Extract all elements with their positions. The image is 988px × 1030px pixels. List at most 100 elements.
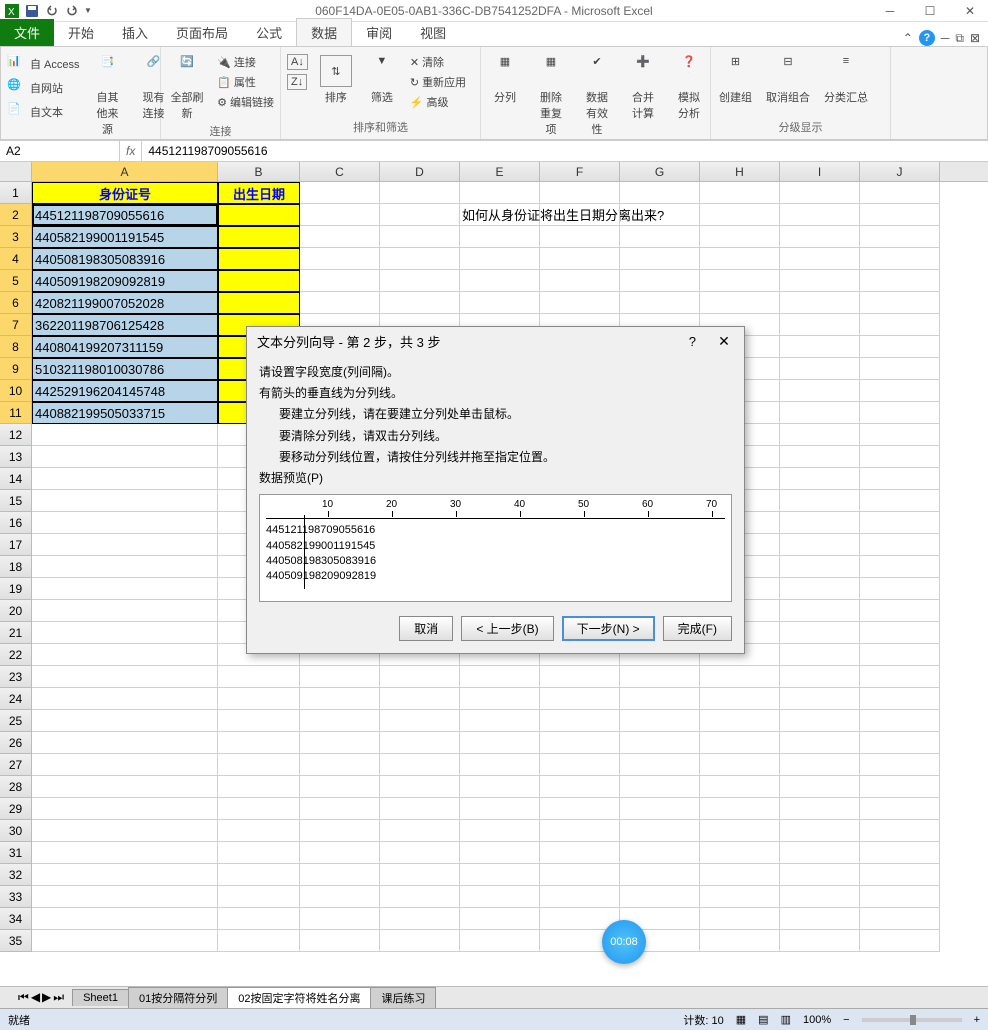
select-all-corner[interactable] (0, 162, 32, 181)
cell[interactable] (32, 446, 218, 468)
cell[interactable] (780, 644, 860, 666)
zoom-slider[interactable] (862, 1018, 962, 1022)
cell[interactable] (860, 908, 940, 930)
cell[interactable] (780, 248, 860, 270)
cell[interactable] (380, 886, 460, 908)
row-header[interactable]: 30 (0, 820, 32, 842)
cell[interactable] (780, 556, 860, 578)
cell[interactable] (780, 864, 860, 886)
cell[interactable] (300, 710, 380, 732)
cell[interactable] (780, 204, 860, 226)
cell[interactable] (860, 270, 940, 292)
cell[interactable] (780, 182, 860, 204)
cell[interactable]: 440508198305083916 (32, 248, 218, 270)
cell[interactable]: 362201198706125428 (32, 314, 218, 336)
cell[interactable]: 出生日期 (218, 182, 300, 204)
cell[interactable] (32, 644, 218, 666)
cell[interactable] (860, 754, 940, 776)
cell[interactable] (460, 292, 540, 314)
cell[interactable] (32, 666, 218, 688)
cell[interactable] (540, 820, 620, 842)
cell[interactable]: 440582199001191545 (32, 226, 218, 248)
cell[interactable] (780, 622, 860, 644)
cell[interactable] (860, 204, 940, 226)
cell[interactable] (540, 798, 620, 820)
cell[interactable] (300, 226, 380, 248)
cell[interactable] (780, 930, 860, 952)
cell[interactable] (460, 248, 540, 270)
save-icon[interactable] (24, 3, 40, 19)
row-header[interactable]: 7 (0, 314, 32, 336)
qat-dropdown-icon[interactable]: ▼ (84, 6, 92, 15)
cell[interactable] (32, 798, 218, 820)
row-header[interactable]: 20 (0, 600, 32, 622)
reapply-button[interactable]: ↻重新应用 (408, 73, 468, 91)
view-pagebreak-icon[interactable]: ▥ (781, 1013, 791, 1026)
cell[interactable] (218, 732, 300, 754)
cell[interactable] (860, 182, 940, 204)
row-header[interactable]: 22 (0, 644, 32, 666)
minimize-button[interactable]: ─ (876, 1, 904, 21)
cell[interactable] (460, 754, 540, 776)
cell[interactable] (620, 688, 700, 710)
sheet-tab-1[interactable]: Sheet1 (72, 989, 129, 1006)
cell[interactable] (300, 292, 380, 314)
cell[interactable] (620, 248, 700, 270)
ruler[interactable]: 10 20 30 40 50 60 70 (266, 499, 725, 519)
col-header-d[interactable]: D (380, 162, 460, 181)
cell[interactable] (780, 446, 860, 468)
cell[interactable] (460, 908, 540, 930)
dialog-help-icon[interactable]: ? (689, 334, 696, 349)
cell[interactable] (380, 864, 460, 886)
tab-review[interactable]: 审阅 (352, 19, 406, 46)
cell[interactable] (460, 820, 540, 842)
text-to-columns-button[interactable]: ▦分列 (485, 53, 525, 107)
next-button[interactable]: 下一步(N) > (562, 616, 655, 641)
edit-links-button[interactable]: ⚙编辑链接 (215, 93, 276, 111)
col-header-i[interactable]: I (780, 162, 860, 181)
cell[interactable] (780, 820, 860, 842)
cell[interactable] (460, 864, 540, 886)
cell[interactable] (300, 182, 380, 204)
cell[interactable] (780, 886, 860, 908)
row-header[interactable]: 5 (0, 270, 32, 292)
cell[interactable] (620, 798, 700, 820)
minimize-ribbon-icon[interactable]: ⌃ (903, 31, 913, 45)
cell[interactable] (540, 886, 620, 908)
zoom-level[interactable]: 100% (803, 1014, 831, 1026)
row-header[interactable]: 9 (0, 358, 32, 380)
cell[interactable] (780, 754, 860, 776)
cell[interactable] (780, 710, 860, 732)
maximize-button[interactable]: ☐ (916, 1, 944, 21)
cell[interactable] (700, 292, 780, 314)
cell[interactable] (700, 842, 780, 864)
row-header[interactable]: 2 (0, 204, 32, 226)
col-header-j[interactable]: J (860, 162, 940, 181)
cell[interactable] (460, 710, 540, 732)
sheet-tab-3[interactable]: 02按固定字符将姓名分离 (227, 987, 371, 1008)
cell[interactable] (218, 226, 300, 248)
cell[interactable] (700, 710, 780, 732)
cell[interactable] (700, 226, 780, 248)
cell[interactable] (380, 226, 460, 248)
cell[interactable] (380, 248, 460, 270)
col-header-f[interactable]: F (540, 162, 620, 181)
cell[interactable] (300, 798, 380, 820)
cell[interactable] (860, 402, 940, 424)
cell[interactable]: 440882199505033715 (32, 402, 218, 424)
row-header[interactable]: 12 (0, 424, 32, 446)
cell[interactable] (860, 358, 940, 380)
cell[interactable] (780, 842, 860, 864)
col-header-c[interactable]: C (300, 162, 380, 181)
tab-view[interactable]: 视图 (406, 19, 460, 46)
cell[interactable] (540, 204, 620, 226)
cell[interactable] (620, 886, 700, 908)
redo-icon[interactable] (64, 3, 80, 19)
cell[interactable] (780, 534, 860, 556)
cell[interactable] (380, 798, 460, 820)
cell[interactable]: 身份证号 (32, 182, 218, 204)
cell[interactable] (620, 820, 700, 842)
cell[interactable] (860, 864, 940, 886)
cell[interactable] (780, 776, 860, 798)
cell[interactable] (700, 886, 780, 908)
